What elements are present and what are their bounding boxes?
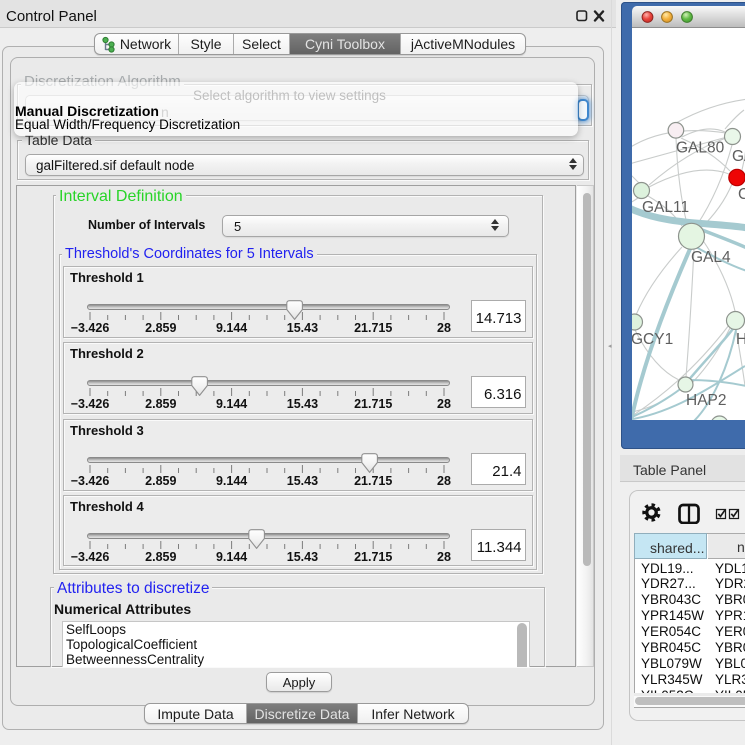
svg-text:2.859: 2.859: [145, 397, 176, 411]
svg-text:GAL11: GAL11: [642, 199, 689, 216]
svg-text:9.144: 9.144: [216, 397, 247, 411]
svg-text:28: 28: [437, 321, 451, 335]
svg-text:GAL80: GAL80: [676, 139, 725, 156]
svg-text:−3.426: −3.426: [71, 397, 110, 411]
svg-text:2.859: 2.859: [145, 550, 176, 564]
svg-text:9.144: 9.144: [216, 321, 247, 335]
svg-text:2.859: 2.859: [145, 474, 176, 488]
svg-text:−3.426: −3.426: [71, 474, 110, 488]
svg-text:9.144: 9.144: [216, 474, 247, 488]
svg-text:GAL: GAL: [732, 148, 745, 165]
svg-text:−3.426: −3.426: [71, 550, 110, 564]
svg-text:15.43: 15.43: [287, 550, 318, 564]
svg-text:21.715: 21.715: [354, 550, 392, 564]
svg-text:28: 28: [437, 474, 451, 488]
svg-text:21.715: 21.715: [354, 474, 392, 488]
svg-text:21.715: 21.715: [354, 321, 392, 335]
svg-text:GAL4: GAL4: [691, 249, 731, 266]
svg-text:2.859: 2.859: [145, 321, 176, 335]
svg-text:HAP2: HAP2: [686, 392, 727, 409]
svg-text:−3.426: −3.426: [71, 321, 110, 335]
svg-text:15.43: 15.43: [287, 474, 318, 488]
svg-text:15.43: 15.43: [287, 321, 318, 335]
svg-text:21.715: 21.715: [354, 397, 392, 411]
svg-text:15.43: 15.43: [287, 397, 318, 411]
svg-text:HA: HA: [736, 331, 745, 348]
svg-text:28: 28: [437, 550, 451, 564]
svg-text:CY: CY: [738, 186, 745, 203]
svg-text:9.144: 9.144: [216, 550, 247, 564]
svg-text:28: 28: [437, 397, 451, 411]
svg-text:GCY1: GCY1: [632, 331, 673, 348]
